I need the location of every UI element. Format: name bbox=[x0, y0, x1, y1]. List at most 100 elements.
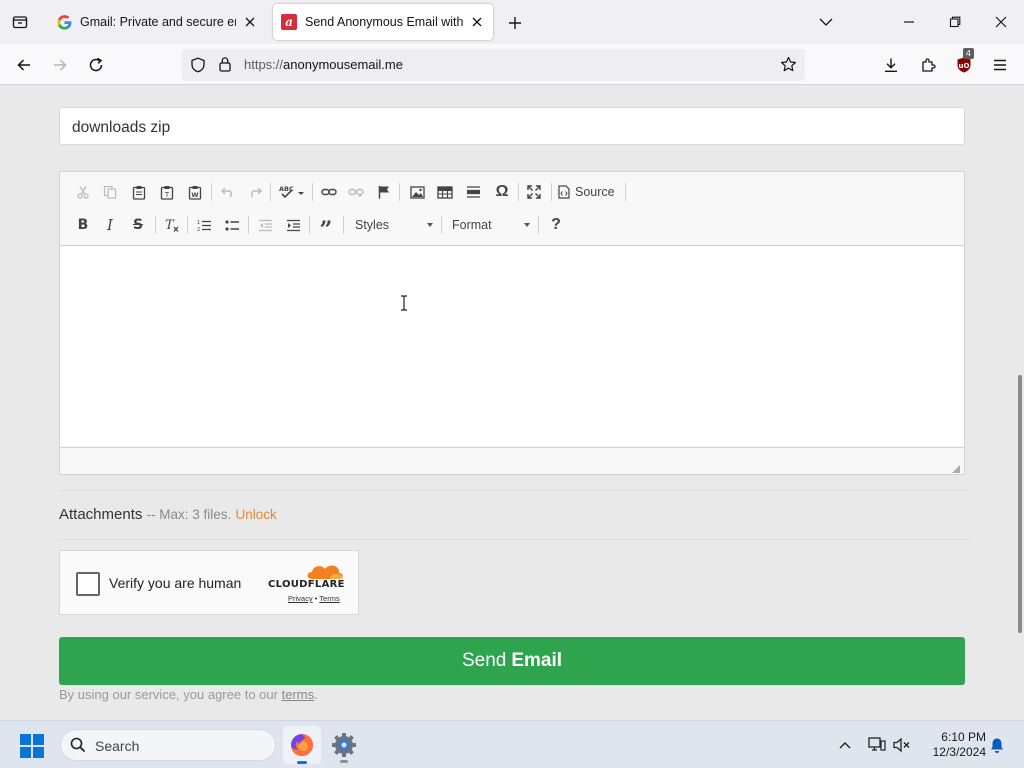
divider bbox=[59, 539, 971, 540]
terms-notice-period: . bbox=[314, 687, 318, 702]
system-clock[interactable]: 6:10 PM 12/3/2024 bbox=[916, 730, 986, 760]
send-email-button[interactable]: Send Email bbox=[59, 637, 965, 685]
new-tab-icon[interactable] bbox=[503, 11, 527, 35]
source-doc-icon bbox=[558, 185, 570, 199]
ublock-shield-icon[interactable]: uO 4 bbox=[951, 48, 977, 78]
blockquote-icon[interactable]: ” bbox=[313, 212, 339, 241]
dropdown-arrow-icon bbox=[427, 223, 433, 227]
indent-icon[interactable] bbox=[280, 212, 306, 238]
network-monitor-icon[interactable] bbox=[865, 733, 889, 757]
horizontal-rule-icon[interactable] bbox=[460, 179, 486, 205]
downloads-icon[interactable] bbox=[878, 52, 904, 78]
captcha-links: Privacy • Terms bbox=[288, 594, 340, 603]
firefox-taskbar-icon[interactable] bbox=[283, 726, 321, 764]
bookmark-star-icon[interactable] bbox=[780, 56, 797, 78]
links-separator: • bbox=[314, 594, 318, 603]
help-icon[interactable]: ? bbox=[543, 212, 569, 238]
extensions-puzzle-icon[interactable] bbox=[915, 52, 941, 78]
subject-input[interactable]: downloads zip bbox=[59, 107, 965, 145]
special-char-omega-icon[interactable]: Ω bbox=[489, 179, 515, 205]
terms-link[interactable]: terms bbox=[282, 687, 315, 702]
taskbar-search[interactable]: Search bbox=[60, 729, 276, 761]
table-icon[interactable] bbox=[432, 179, 458, 205]
outdent-icon[interactable] bbox=[252, 212, 278, 238]
redo-icon[interactable] bbox=[242, 179, 268, 205]
running-app-indicator bbox=[340, 760, 348, 763]
speaker-muted-icon[interactable] bbox=[890, 733, 914, 757]
dropdown-arrow-icon bbox=[524, 223, 530, 227]
send-label: Send bbox=[461, 650, 507, 671]
close-tab-icon[interactable] bbox=[469, 14, 485, 30]
tab-list-icon[interactable] bbox=[8, 10, 32, 34]
format-label: Format bbox=[452, 218, 492, 232]
anchor-flag-icon[interactable] bbox=[371, 179, 397, 205]
tab-gmail[interactable]: Gmail: Private and secure email at no co… bbox=[48, 4, 266, 40]
copy-icon[interactable] bbox=[97, 179, 123, 205]
italic-icon[interactable]: I bbox=[97, 212, 123, 238]
reload-icon[interactable] bbox=[83, 52, 109, 78]
editor-footer bbox=[60, 447, 964, 474]
paste-text-icon[interactable]: T bbox=[154, 179, 180, 205]
toolbar-separator bbox=[211, 183, 212, 201]
windows-start-icon[interactable] bbox=[20, 734, 44, 763]
resize-handle-icon[interactable] bbox=[951, 461, 961, 473]
back-arrow-icon[interactable] bbox=[11, 52, 37, 78]
send-label-bold: Email bbox=[511, 650, 563, 671]
toolbar-separator bbox=[441, 216, 442, 234]
maximize-icon[interactable] bbox=[941, 8, 969, 36]
styles-label: Styles bbox=[355, 218, 390, 232]
svg-text:T: T bbox=[165, 218, 175, 233]
chevron-up-icon[interactable] bbox=[833, 733, 857, 757]
page-scrollbar[interactable] bbox=[1017, 85, 1024, 720]
source-button[interactable]: Source bbox=[558, 179, 615, 205]
privacy-link[interactable]: Privacy bbox=[288, 594, 313, 603]
text-cursor-icon bbox=[400, 295, 408, 316]
close-window-icon[interactable] bbox=[987, 8, 1015, 36]
address-bar[interactable]: https://anonymousemail.me bbox=[182, 49, 805, 81]
tab-anonymous-email[interactable]: a Send Anonymous Email with the Best Ano… bbox=[273, 4, 493, 40]
scrollbar-thumb[interactable] bbox=[1018, 375, 1022, 633]
format-dropdown[interactable]: Format bbox=[446, 212, 534, 238]
paste-word-icon[interactable]: W bbox=[182, 179, 208, 205]
cloudflare-brand: CLOUDFLARE bbox=[268, 579, 345, 590]
source-label: Source bbox=[575, 185, 615, 199]
styles-dropdown[interactable]: Styles bbox=[349, 212, 437, 238]
verify-human-label: Verify you are human bbox=[109, 575, 242, 591]
attachments-label: Attachments bbox=[59, 506, 143, 523]
image-icon[interactable] bbox=[404, 179, 430, 205]
tab-strip: Gmail: Private and secure email at no co… bbox=[0, 0, 1024, 44]
editor-toolbar: T W ABC Ω Source B I S T 1 2 ” Styles Fo… bbox=[60, 172, 964, 246]
strikethrough-icon[interactable]: S bbox=[125, 212, 151, 238]
url-text[interactable]: https://anonymousemail.me bbox=[244, 57, 403, 72]
unlink-icon[interactable] bbox=[343, 179, 369, 205]
minimize-icon[interactable] bbox=[895, 8, 923, 36]
numbered-list-icon[interactable]: 12 bbox=[191, 212, 217, 238]
attachments-limit-note: -- Max: 3 files. bbox=[146, 507, 232, 522]
undo-icon[interactable] bbox=[215, 179, 241, 205]
remove-format-icon[interactable]: T bbox=[159, 212, 185, 238]
paste-icon[interactable] bbox=[126, 179, 152, 205]
notification-bell-icon[interactable] bbox=[985, 733, 1009, 757]
bullet-list-icon[interactable] bbox=[219, 212, 245, 238]
forward-arrow-icon[interactable] bbox=[47, 52, 73, 78]
maximize-editor-icon[interactable] bbox=[521, 179, 547, 205]
unlock-link[interactable]: Unlock bbox=[235, 507, 276, 522]
hamburger-menu-icon[interactable] bbox=[987, 52, 1013, 78]
shield-icon[interactable] bbox=[190, 57, 206, 78]
cut-icon[interactable] bbox=[70, 179, 96, 205]
terms-link[interactable]: Terms bbox=[319, 594, 339, 603]
settings-gear-icon[interactable] bbox=[330, 731, 358, 764]
search-icon bbox=[70, 737, 86, 758]
lock-icon[interactable] bbox=[218, 56, 232, 77]
bold-icon[interactable]: B bbox=[70, 212, 96, 238]
close-tab-icon[interactable] bbox=[242, 14, 258, 30]
svg-text:a: a bbox=[285, 15, 293, 29]
svg-text:1: 1 bbox=[197, 220, 200, 226]
svg-text:ABC: ABC bbox=[279, 185, 294, 193]
chevron-down-icon[interactable] bbox=[812, 8, 840, 36]
spellcheck-icon[interactable]: ABC bbox=[276, 179, 308, 205]
link-icon[interactable] bbox=[316, 179, 342, 205]
active-app-indicator bbox=[297, 761, 307, 764]
verify-human-checkbox[interactable] bbox=[76, 572, 100, 596]
message-body-area[interactable] bbox=[60, 246, 964, 446]
